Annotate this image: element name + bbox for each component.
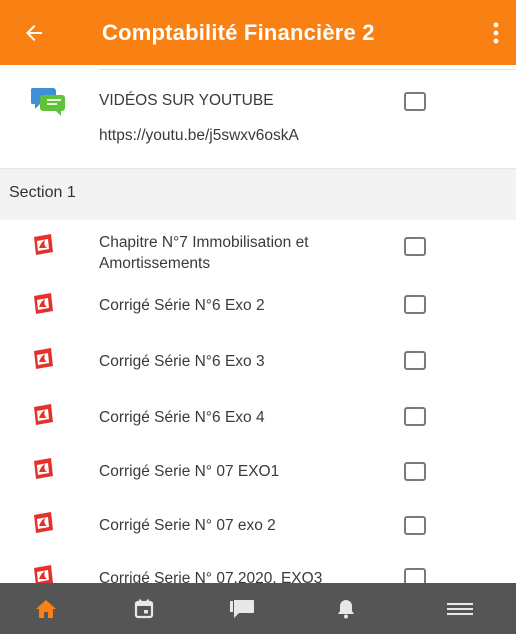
nav-notifications[interactable] (316, 583, 376, 634)
bell-icon (338, 599, 354, 618)
item-title: Corrigé Série N°6 Exo 3 (99, 353, 265, 370)
more-options-button[interactable] (476, 0, 516, 65)
completion-checkbox[interactable] (404, 407, 426, 426)
nav-calendar[interactable] (114, 583, 174, 634)
item-title: Corrigé Serie N° 07 EXO1 (99, 463, 280, 480)
nav-menu[interactable] (430, 583, 490, 634)
completion-checkbox[interactable] (404, 237, 426, 256)
nav-messages[interactable] (212, 583, 272, 634)
nav-home[interactable] (16, 583, 76, 634)
pdf-icon (31, 347, 57, 376)
back-button[interactable] (0, 0, 60, 65)
section-header: Section 1 (0, 168, 516, 220)
pdf-icon (31, 233, 57, 262)
pdf-icon (31, 457, 57, 486)
chat-bubbles-icon (30, 86, 67, 121)
more-vertical-icon (493, 22, 499, 43)
item-title: Chapitre N°7 Immobilisation et Amortisse… (99, 234, 309, 272)
section-title: Section 1 (9, 184, 76, 201)
completion-checkbox[interactable] (404, 295, 426, 314)
home-icon (36, 599, 56, 618)
bottom-navigation (0, 583, 516, 634)
pdf-icon (31, 511, 57, 540)
list-item[interactable]: Corrigé Série N°6 Exo 4 (0, 403, 516, 443)
list-item-url[interactable]: VIDÉOS SUR YOUTUBE https://youtu.be/j5sw… (0, 83, 516, 168)
completion-checkbox[interactable] (404, 568, 426, 583)
list-item[interactable]: Chapitre N°7 Immobilisation et Amortisse… (0, 230, 516, 280)
pdf-icon (31, 403, 57, 432)
messages-icon (230, 599, 254, 618)
menu-icon (447, 602, 473, 615)
pdf-icon (31, 564, 57, 583)
list-item[interactable]: Corrigé Série N°6 Exo 3 (0, 347, 516, 387)
list-item[interactable]: Corrigé Serie N° 07 exo 2 (0, 511, 516, 551)
pdf-icon (31, 292, 57, 321)
list-item[interactable]: Corrigé Serie N° 07.2020. EXO3 (0, 564, 516, 583)
item-title: Corrigé Serie N° 07 exo 2 (99, 517, 276, 534)
list-item[interactable]: Corrigé Série N°6 Exo 2 (0, 292, 516, 332)
item-title: Corrigé Série N°6 Exo 2 (99, 297, 265, 314)
completion-checkbox[interactable] (404, 516, 426, 535)
calendar-icon (134, 599, 154, 618)
item-url[interactable]: https://youtu.be/j5swxv6oskA (99, 125, 389, 146)
course-content-list[interactable]: VIDÉOS SUR YOUTUBE https://youtu.be/j5sw… (0, 65, 516, 583)
page-title: Comptabilité Financière 2 (102, 19, 375, 45)
item-title: Corrigé Serie N° 07.2020. EXO3 (99, 570, 323, 583)
list-item[interactable]: Corrigé Serie N° 07 EXO1 (0, 457, 516, 497)
completion-checkbox[interactable] (404, 351, 426, 370)
item-title: Corrigé Série N°6 Exo 4 (99, 409, 265, 426)
divider (99, 69, 516, 70)
completion-checkbox[interactable] (404, 462, 426, 481)
item-title: VIDÉOS SUR YOUTUBE (99, 92, 274, 109)
completion-checkbox[interactable] (404, 92, 426, 111)
arrow-left-icon (26, 24, 42, 41)
app-bar: Comptabilité Financière 2 (0, 0, 516, 65)
app-screen: Comptabilité Financière 2 VIDÉOS SUR YOU… (0, 0, 516, 634)
